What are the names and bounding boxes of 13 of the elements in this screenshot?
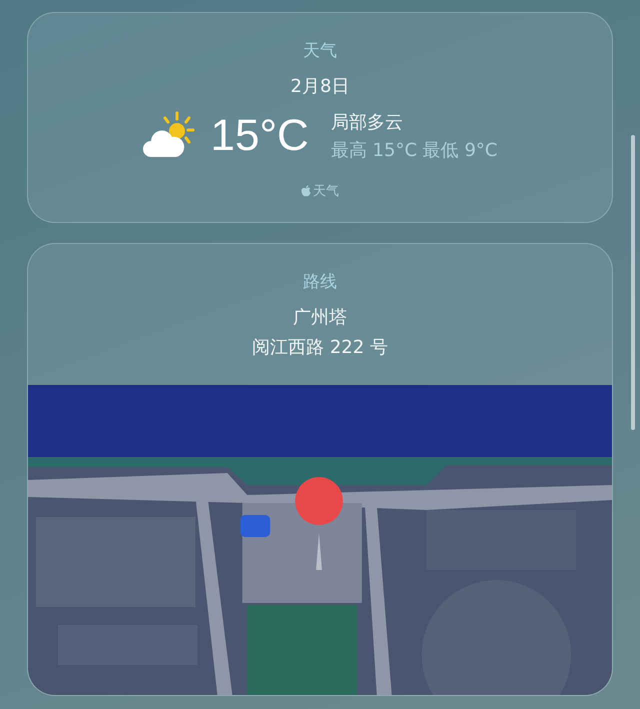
scrollbar[interactable] — [631, 135, 635, 430]
weather-date: 2月8日 — [290, 75, 350, 98]
temperature-range: 最高 15°C 最低 9°C — [330, 139, 498, 162]
weather-card[interactable]: 天气 2月8日 15°C 局部多云 最高 15°C 最低 9°C 天气 — [27, 12, 613, 223]
place-address: 阅江西路 222 号 — [252, 336, 388, 359]
apple-icon — [301, 185, 311, 197]
weather-condition: 局部多云 — [330, 111, 404, 134]
route-card[interactable]: 路线 广州塔 阅江西路 222 号 — [27, 243, 613, 696]
card-title: 天气 — [303, 40, 337, 62]
place-name: 广州塔 — [293, 306, 347, 329]
card-title: 路线 — [303, 271, 337, 293]
weather-source: 天气 — [313, 183, 339, 200]
temperature: 15°C — [210, 111, 309, 161]
